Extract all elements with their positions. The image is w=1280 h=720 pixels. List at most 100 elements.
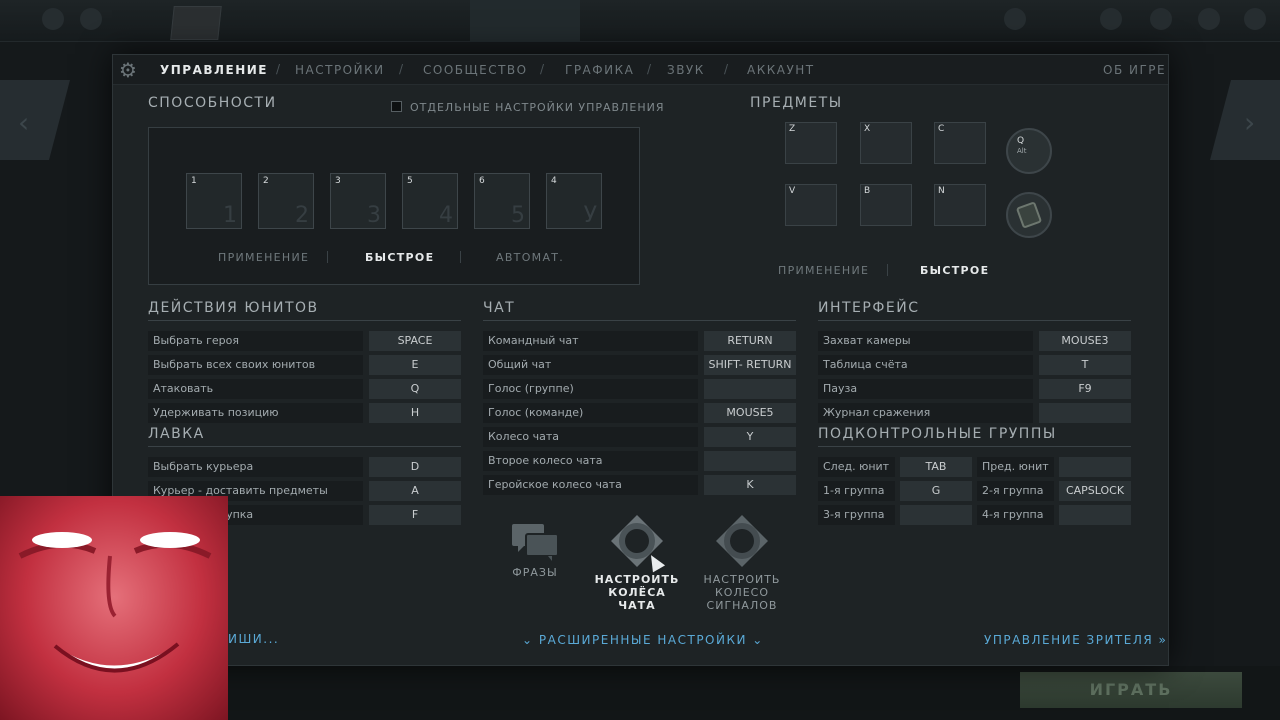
ability-key: 2 [263, 176, 269, 186]
configure-chat-wheels-label: НАСТРОИТЬ КОЛЁСА ЧАТА [594, 573, 680, 612]
neutral-item-modifier: Alt [1017, 147, 1027, 155]
control-group-label: 3-я группа [818, 505, 895, 525]
interface-key[interactable]: F9 [1039, 379, 1131, 399]
chat-key[interactable]: Y [704, 427, 796, 447]
tab-controls[interactable]: УПРАВЛЕНИЕ [160, 63, 268, 77]
spectator-controls-label: УПРАВЛЕНИЕ ЗРИТЕЛЯ [984, 633, 1154, 647]
tab-community[interactable]: СООБЩЕСТВО [423, 63, 528, 77]
tab-settings[interactable]: НАСТРОЙКИ [295, 63, 385, 77]
item-mode-normal[interactable]: ПРИМЕНЕНИЕ [778, 264, 869, 277]
control-group-key[interactable] [900, 505, 972, 525]
interface-label: Журнал сражения [818, 403, 1033, 423]
configure-signal-wheel-label: НАСТРОИТЬ КОЛЕСО СИГНАЛОВ [703, 573, 781, 612]
chat-label: Общий чат [483, 355, 698, 375]
abilities-title: СПОСОБНОСТИ [148, 95, 277, 111]
section-divider [818, 320, 1131, 321]
smiling-face-icon [18, 532, 212, 673]
item-slot-4[interactable]: V [785, 184, 837, 226]
unit-action-label: Выбрать всех своих юнитов [148, 355, 363, 375]
chat-key[interactable]: MOUSE5 [704, 403, 796, 423]
chat-label: Голос (команде) [483, 403, 698, 423]
interface-label: Захват камеры [818, 331, 1033, 351]
gear-icon: ⚙ [119, 58, 137, 82]
about-game-link[interactable]: ОБ ИГРЕ [1103, 63, 1166, 77]
ability-slot-ultimate[interactable]: 4У [546, 173, 602, 229]
chat-key[interactable]: RETURN [704, 331, 796, 351]
ability-slot-2[interactable]: 22 [258, 173, 314, 229]
phrases-button[interactable]: ФРАЗЫ [495, 520, 575, 579]
spectator-controls-link[interactable]: УПРАВЛЕНИЕ ЗРИТЕЛЯ » [984, 633, 1167, 647]
menu-active-highlight [470, 0, 580, 42]
neutral-item-slot[interactable]: Q Alt [1006, 128, 1052, 174]
avatar-icon [1244, 8, 1266, 30]
item-slot-5[interactable]: B [860, 184, 912, 226]
tab-separator: / [276, 62, 281, 76]
ability-slot-3[interactable]: 33 [330, 173, 386, 229]
friends-icon [1100, 8, 1122, 30]
interface-key[interactable]: MOUSE3 [1039, 331, 1131, 351]
power-icon [42, 8, 64, 30]
item-slot-1[interactable]: Z [785, 122, 837, 164]
interface-title: ИНТЕРФЕЙС [818, 300, 920, 316]
interface-key[interactable] [1039, 403, 1131, 423]
control-group-key[interactable]: CAPSLOCK [1059, 481, 1131, 501]
chat-label: Голос (группе) [483, 379, 698, 399]
control-group-key[interactable] [1059, 457, 1131, 477]
advanced-settings-link[interactable]: ⌄ РАСШИРЕННЫЕ НАСТРОЙКИ ⌄ [522, 633, 764, 647]
interface-key[interactable]: T [1039, 355, 1131, 375]
carousel-left-arrow: ‹ [0, 80, 70, 160]
ability-key: 1 [191, 176, 197, 186]
item-slot-2[interactable]: X [860, 122, 912, 164]
chat-key[interactable] [704, 379, 796, 399]
unit-action-key[interactable]: H [369, 403, 461, 423]
play-button[interactable]: ИГРАТЬ [1020, 672, 1242, 708]
shop-key[interactable]: F [369, 505, 461, 525]
configure-signal-wheel-button[interactable]: НАСТРОИТЬ КОЛЕСО СИГНАЛОВ [697, 513, 787, 612]
tab-graphics[interactable]: ГРАФИКА [565, 63, 634, 77]
ability-slot-1[interactable]: 11 [186, 173, 242, 229]
mouse-settings-link[interactable]: ИШИ... [228, 632, 279, 646]
unit-action-label: Атаковать [148, 379, 363, 399]
separate-controls-checkbox[interactable] [391, 101, 402, 112]
teleport-scroll-slot[interactable] [1006, 192, 1052, 238]
chevron-down-icon: ⌄ [752, 633, 764, 647]
chat-key[interactable]: K [704, 475, 796, 495]
item-slot-3[interactable]: C [934, 122, 986, 164]
ability-key: 5 [407, 176, 413, 186]
tab-sound[interactable]: ЗВУК [667, 63, 705, 77]
chat-bubbles-icon [512, 524, 559, 561]
ability-hint: 4 [439, 203, 453, 228]
control-group-label: След. юнит [818, 457, 895, 477]
ability-slot-5[interactable]: 65 [474, 173, 530, 229]
chat-title: ЧАТ [483, 300, 516, 316]
chat-key[interactable] [704, 451, 796, 471]
control-group-label: 4-я группа [977, 505, 1054, 525]
town-portal-scroll-icon [1015, 201, 1043, 229]
interface-label: Таблица счёта [818, 355, 1033, 375]
control-group-key[interactable]: TAB [900, 457, 972, 477]
tab-account[interactable]: АККАУНТ [747, 63, 815, 77]
interface-label: Пауза [818, 379, 1033, 399]
section-divider [148, 446, 461, 447]
chat-key[interactable]: SHIFT- RETURN [704, 355, 796, 375]
item-mode-quick[interactable]: БЫСТРОЕ [920, 264, 989, 277]
control-group-key[interactable]: G [900, 481, 972, 501]
ability-mode-quick[interactable]: БЫСТРОЕ [365, 251, 434, 264]
shop-key[interactable]: A [369, 481, 461, 501]
item-key: N [938, 186, 945, 196]
ability-mode-normal[interactable]: ПРИМЕНЕНИЕ [218, 251, 309, 264]
shop-key[interactable]: D [369, 457, 461, 477]
unit-action-key[interactable]: SPACE [369, 331, 461, 351]
configure-chat-wheels-button[interactable]: НАСТРОИТЬ КОЛЁСА ЧАТА [592, 513, 682, 612]
ability-key: 3 [335, 176, 341, 186]
item-slot-6[interactable]: N [934, 184, 986, 226]
control-group-key[interactable] [1059, 505, 1131, 525]
mode-divider [460, 251, 461, 263]
ability-mode-auto[interactable]: АВТОМАТ. [496, 251, 564, 264]
ability-slot-4[interactable]: 54 [402, 173, 458, 229]
control-group-label: 2-я группа [977, 481, 1054, 501]
unit-action-key[interactable]: Q [369, 379, 461, 399]
unit-action-key[interactable]: E [369, 355, 461, 375]
separate-controls-label: ОТДЕЛЬНЫЕ НАСТРОЙКИ УПРАВЛЕНИЯ [410, 101, 665, 114]
tab-separator: / [540, 62, 545, 76]
